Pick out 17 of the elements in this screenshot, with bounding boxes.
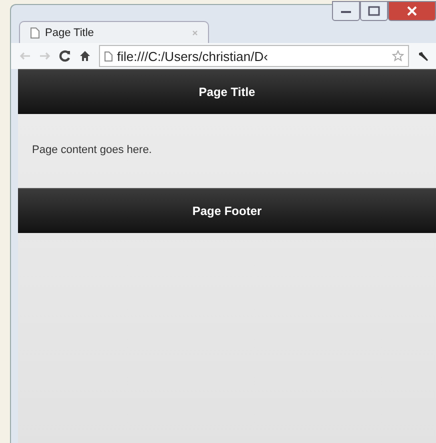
reload-icon[interactable] [59,50,71,62]
browser-tab[interactable]: Page Title [19,21,209,43]
minimize-button[interactable] [332,1,360,21]
page-icon [30,26,40,38]
address-bar[interactable]: file:///C:/Users/christian/D‹ [99,45,409,67]
close-icon [407,6,417,16]
header-title: Page Title [198,85,256,99]
minimize-icon [340,8,352,14]
page-content: Page content goes here. [31,143,153,158]
maximize-icon [368,6,380,16]
tab-title: Page Title [45,26,95,38]
star-icon[interactable] [392,50,404,62]
home-icon[interactable] [79,50,91,62]
page-icon [104,50,113,62]
maximize-button[interactable] [360,1,388,21]
footer-text: Page Footer [192,204,262,218]
close-button[interactable] [388,1,436,21]
